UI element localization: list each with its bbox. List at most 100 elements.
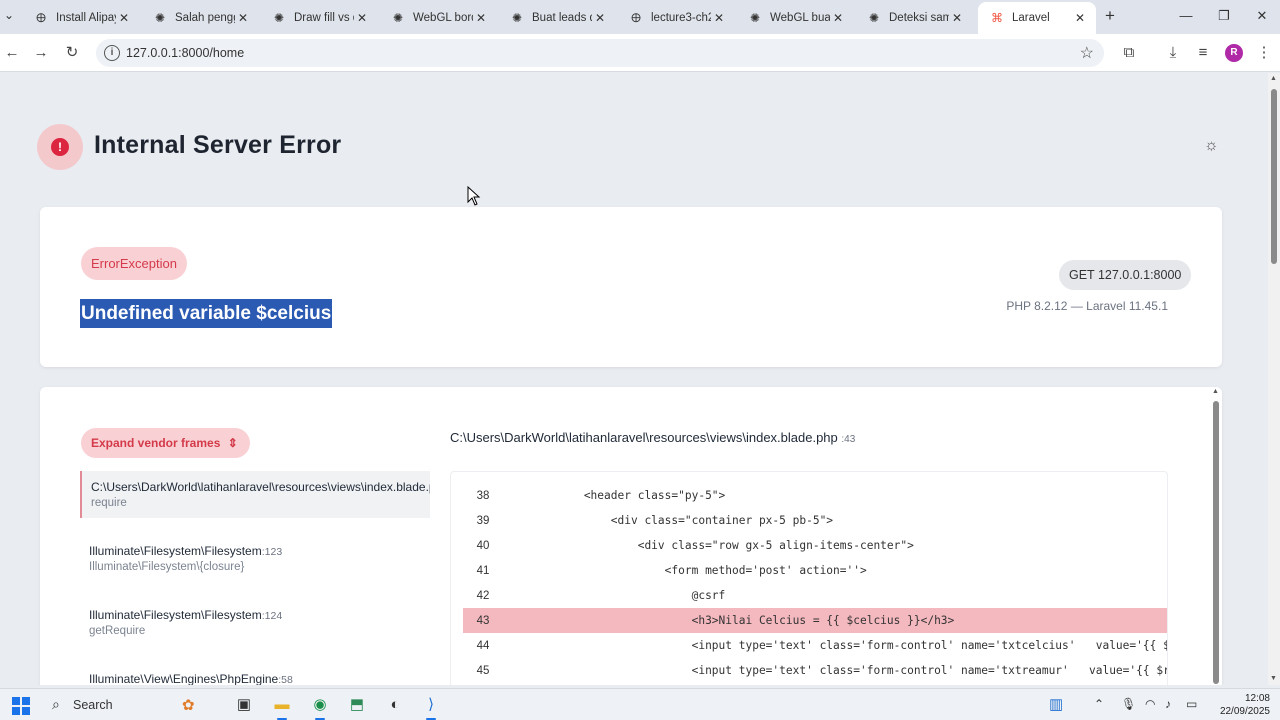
frame-item[interactable]: Illuminate\View\Engines\PhpEngine:58 xyxy=(80,663,430,685)
chevron-updown-icon: ⇕ xyxy=(227,436,238,450)
exclamation-icon: ! xyxy=(51,138,69,156)
trace-scroll-thumb[interactable] xyxy=(1213,401,1219,684)
exception-card: ErrorException Undefined variable $celci… xyxy=(40,207,1222,367)
media-control-icon[interactable]: ≡ xyxy=(1193,43,1213,63)
close-tab-icon[interactable]: ✕ xyxy=(949,11,965,25)
close-tab-icon[interactable]: ✕ xyxy=(1072,11,1088,25)
bookmark-star-icon[interactable]: ☆ xyxy=(1080,43,1094,63)
expand-vendor-frames-button[interactable]: Expand vendor frames ⇕ xyxy=(81,428,250,458)
frame-item[interactable]: Illuminate\Filesystem\Filesystem:123 Ill… xyxy=(80,535,430,599)
scroll-down-arrow-icon[interactable]: ▼ xyxy=(1270,675,1277,682)
more-menu-icon[interactable]: ⋮ xyxy=(1254,43,1274,63)
code-line-highlighted: 43 <h3>Nilai Celcius = {{ $celcius }}</h… xyxy=(463,608,1167,633)
vscode-icon[interactable]: ⟩ xyxy=(420,694,442,720)
chevron-up-icon[interactable]: ⌃ xyxy=(1094,697,1104,711)
widgets-icon[interactable]: ▥ xyxy=(1049,695,1063,713)
back-arrow-icon[interactable]: ← xyxy=(2,43,22,63)
code-line: 39 <div class="container px-5 pb-5"> xyxy=(476,514,834,527)
code-line: 44 <input type='text' class='form-contro… xyxy=(476,639,1168,652)
reload-icon[interactable]: ↻ xyxy=(62,43,82,63)
windows-start-icon[interactable] xyxy=(12,697,30,715)
chatgpt-icon: ✺ xyxy=(511,11,523,25)
download-icon[interactable]: ⤓ xyxy=(1163,43,1183,63)
code-line: 45 <input type='text' class='form-contro… xyxy=(476,664,1168,677)
windows-taskbar: ⌕ Search ✿ ▣ ▬ ◉ ⬒ ◐ ⟩ ▥ ⌃ 🎙︎ ◠ ♪ ▭ 12:0… xyxy=(0,688,1280,720)
file-explorer-icon[interactable]: ▬ xyxy=(271,694,293,720)
sun-theme-toggle-icon[interactable]: ☼ xyxy=(1204,137,1219,155)
page-title: Internal Server Error xyxy=(94,131,342,159)
source-file-path: C:\Users\DarkWorld\latihanlaravel\resour… xyxy=(450,430,856,445)
wifi-icon[interactable]: ◠ xyxy=(1145,697,1155,711)
tab-strip: ⌄ 🜨 Install Alipay ✕ ✺ Salah penggu ✕ ✺ … xyxy=(0,0,1280,34)
chatgpt-icon: ✺ xyxy=(273,11,285,25)
tab-install-alipay[interactable]: 🜨 Install Alipay ✕ xyxy=(22,4,140,32)
address-bar[interactable]: i 127.0.0.1:8000/home ☆ xyxy=(96,39,1104,67)
clock[interactable]: 12:08 22/09/2025 xyxy=(1206,692,1270,718)
scroll-up-arrow-icon[interactable]: ▲ xyxy=(1212,388,1219,395)
mouse-cursor-icon xyxy=(467,186,481,206)
extensions-icon[interactable]: ⧉ xyxy=(1119,43,1139,63)
tab-webgl-bord[interactable]: ✺ WebGL bord ✕ xyxy=(379,4,497,32)
code-line: 41 <form method='post' action=''> xyxy=(476,564,867,577)
chatgpt-icon: ✺ xyxy=(868,11,880,25)
microphone-icon[interactable]: 🎙︎ xyxy=(1121,697,1136,711)
code-line: 38 <header class="py-5"> xyxy=(476,489,726,502)
new-tab-plus-icon[interactable]: + xyxy=(1100,6,1120,26)
close-tab-icon[interactable]: ✕ xyxy=(830,11,846,25)
tab-draw-fill[interactable]: ✺ Draw fill vs di ✕ xyxy=(260,4,378,32)
tab-buat-leads[interactable]: ✺ Buat leads di ✕ xyxy=(498,4,616,32)
frame-item[interactable]: C:\Users\DarkWorld\latihanlaravel\resour… xyxy=(80,471,430,518)
exception-type-badge: ErrorException xyxy=(81,247,187,280)
taskbar-search[interactable]: ⌕ Search ✿ xyxy=(42,692,222,718)
tab-lecture3[interactable]: 🜨 lecture3-ch2. ✕ xyxy=(617,4,735,32)
versions-text: PHP 8.2.12 — Laravel 11.45.1 xyxy=(1006,299,1168,313)
scroll-up-arrow-icon[interactable]: ▲ xyxy=(1270,75,1277,82)
stack-trace-card: Expand vendor frames ⇕ C:\Users\DarkWorl… xyxy=(40,387,1222,685)
tab-deteksi-samp[interactable]: ✺ Deteksi samp ✕ xyxy=(855,4,973,32)
media-app-icon[interactable]: ◐ xyxy=(384,694,406,716)
error-page: ! Internal Server Error ☼ ErrorException… xyxy=(0,73,1268,685)
url-text[interactable]: 127.0.0.1:8000/home xyxy=(126,46,244,60)
forward-arrow-icon[interactable]: → xyxy=(31,43,51,63)
chatgpt-icon: ✺ xyxy=(749,11,761,25)
chrome-icon[interactable]: ◉ xyxy=(309,694,331,720)
tab-laravel[interactable]: ⌘ Laravel ✕ xyxy=(978,2,1096,34)
task-view-icon[interactable]: ▣ xyxy=(233,694,255,716)
close-window-icon[interactable]: ✕ xyxy=(1252,8,1272,26)
app-icon[interactable]: ⬒ xyxy=(346,694,368,716)
tab-salah-penggu[interactable]: ✺ Salah penggu ✕ xyxy=(141,4,259,32)
chatgpt-icon: ✺ xyxy=(392,11,404,25)
close-tab-icon[interactable]: ✕ xyxy=(354,11,370,25)
page-scrollbar[interactable]: ▲ ▼ xyxy=(1268,73,1280,685)
browser-toolbar: ← → ↻ i 127.0.0.1:8000/home ☆ ⧉ ⤓ ≡ R ⋮ xyxy=(0,34,1280,72)
restore-icon[interactable]: ❐ xyxy=(1214,8,1234,26)
minimize-icon[interactable]: — xyxy=(1176,8,1196,26)
frame-item[interactable]: Illuminate\Filesystem\Filesystem:124 get… xyxy=(80,599,430,663)
error-icon-wrap: ! xyxy=(37,124,83,170)
close-tab-icon[interactable]: ✕ xyxy=(711,11,727,25)
close-tab-icon[interactable]: ✕ xyxy=(116,11,132,25)
close-tab-icon[interactable]: ✕ xyxy=(592,11,608,25)
laravel-icon: ⌘ xyxy=(991,11,1003,25)
close-tab-icon[interactable]: ✕ xyxy=(235,11,251,25)
profile-avatar[interactable]: R xyxy=(1225,44,1243,62)
globe-icon: 🜨 xyxy=(630,11,642,25)
globe-icon: 🜨 xyxy=(35,11,47,25)
code-snippet: 38 <header class="py-5"> 39 <div class="… xyxy=(450,471,1168,685)
tab-webgl-buat[interactable]: ✺ WebGL buat ✕ xyxy=(736,4,854,32)
battery-icon[interactable]: ▭ xyxy=(1186,697,1197,711)
page-scroll-thumb[interactable] xyxy=(1271,89,1277,264)
frame-list: C:\Users\DarkWorld\latihanlaravel\resour… xyxy=(80,471,430,685)
close-tab-icon[interactable]: ✕ xyxy=(473,11,489,25)
search-highlight-art-icon: ✿ xyxy=(182,697,195,714)
chatgpt-icon: ✺ xyxy=(154,11,166,25)
code-line: 42 @csrf xyxy=(476,589,726,602)
search-icon: ⌕ xyxy=(52,696,60,712)
speaker-icon[interactable]: ♪ xyxy=(1165,697,1171,711)
request-badge: GET 127.0.0.1:8000 xyxy=(1059,260,1192,290)
exception-message: Undefined variable $celcius xyxy=(80,299,333,328)
tab-search-chevron-icon[interactable]: ⌄ xyxy=(4,8,18,26)
site-info-icon[interactable]: i xyxy=(104,45,120,61)
trace-scrollbar[interactable]: ▲ xyxy=(1211,388,1221,688)
code-line: 40 <div class="row gx-5 align-items-cent… xyxy=(476,539,914,552)
